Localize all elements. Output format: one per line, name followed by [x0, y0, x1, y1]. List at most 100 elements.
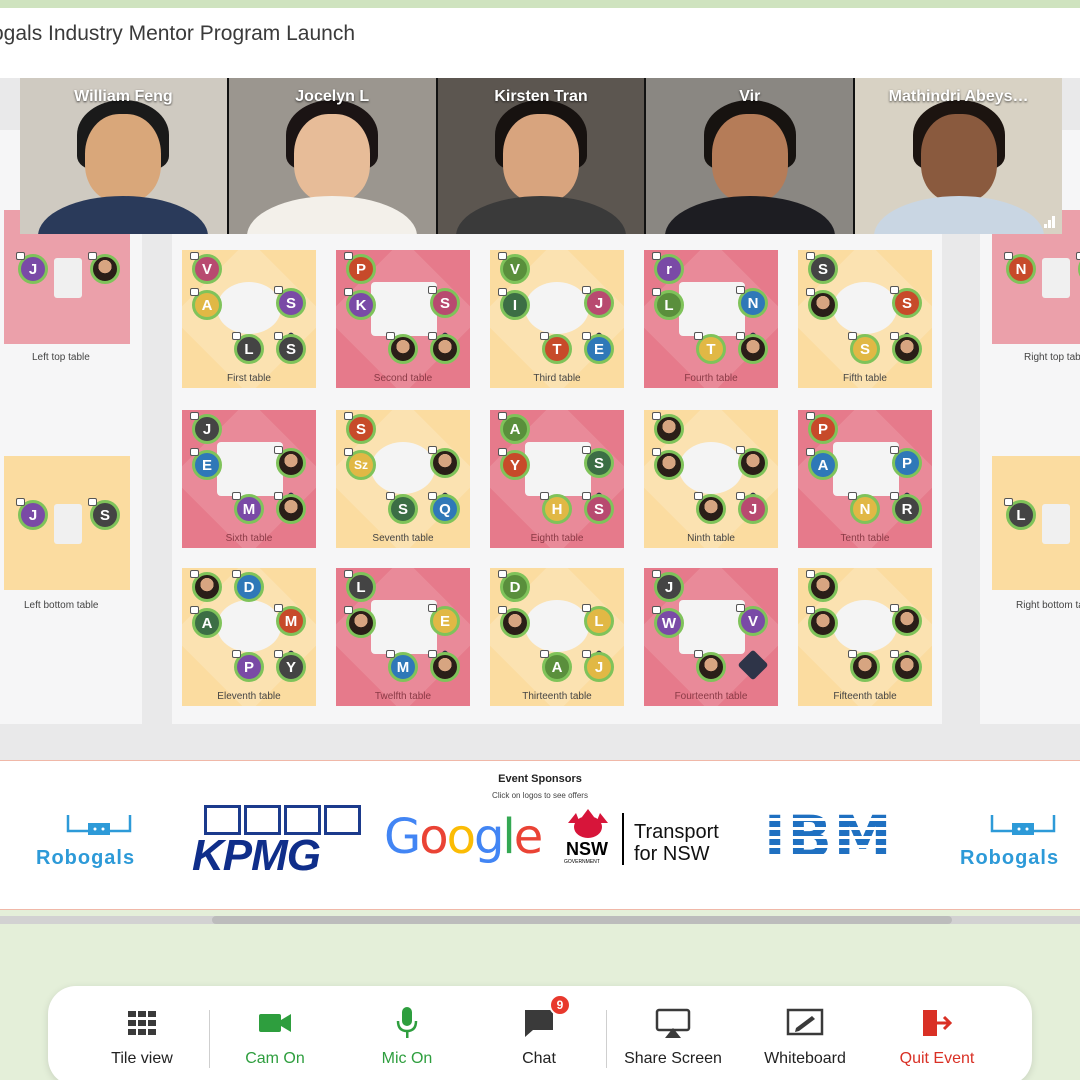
- camera-badge-icon: [428, 650, 437, 658]
- google-logo[interactable]: Google: [384, 809, 543, 865]
- participant-name: Kirsten Tran: [494, 88, 588, 105]
- chat-unread-badge: 9: [549, 994, 571, 1016]
- participant-face: [85, 114, 162, 202]
- transport-nsw-logo[interactable]: NSW GOVERNMENT Transport for NSW: [562, 809, 742, 869]
- camera-badge-icon: [386, 650, 395, 658]
- ibm-logo[interactable]: IBM: [764, 803, 894, 871]
- camera-badge-icon: [274, 650, 283, 658]
- room-table[interactable]: Eighth table A Y S H S: [490, 410, 624, 548]
- camera-badge-icon: [806, 606, 815, 614]
- camera-badge-icon: [890, 650, 899, 658]
- robogals-logo-right[interactable]: Robogals: [960, 815, 1060, 870]
- robot-icon: [66, 815, 132, 835]
- exit-icon: [923, 1010, 953, 1036]
- participant-video-tile[interactable]: Mathindri Abeys…: [855, 78, 1062, 234]
- camera-badge-icon: [652, 252, 661, 260]
- table-label: Eighth table: [530, 533, 584, 544]
- room-table[interactable]: First table V A S L S: [182, 250, 316, 388]
- camera-badge-icon: [428, 286, 437, 294]
- participant-name: Mathindri Abeys…: [888, 88, 1029, 105]
- waratah-icon: [568, 809, 608, 838]
- room-table[interactable]: Fifth table S S S: [798, 250, 932, 388]
- room-table[interactable]: Fifteenth table: [798, 568, 932, 706]
- camera-badge-icon: [1004, 252, 1013, 260]
- camera-badge-icon: [16, 252, 25, 260]
- side-table-label: Right bottom ta: [1016, 600, 1080, 611]
- participant-video-tile[interactable]: Kirsten Tran: [437, 78, 645, 234]
- room-table[interactable]: Eleventh table A M P Y D: [182, 568, 316, 706]
- participant-video-tile[interactable]: Vir: [646, 78, 854, 234]
- nsw-government-label: GOVERNMENT: [564, 859, 600, 865]
- room-table[interactable]: Fourteenth table J W V: [644, 568, 778, 706]
- camera-badge-icon: [1076, 252, 1080, 260]
- cam-toggle-button[interactable]: Cam On: [215, 1008, 335, 1068]
- camera-badge-icon: [190, 252, 199, 260]
- table-desk: [217, 282, 281, 334]
- horizontal-scrollbar-thumb[interactable]: [212, 916, 952, 924]
- room-table[interactable]: Twelfth table L E M: [336, 568, 470, 706]
- whiteboard-icon: [786, 1008, 824, 1036]
- camera-badge-icon: [806, 412, 815, 420]
- room-table[interactable]: Ninth table J: [644, 410, 778, 548]
- side-room-table[interactable]: L: [992, 456, 1080, 590]
- room-table[interactable]: Thirteenth table D L A J: [490, 568, 624, 706]
- kpmg-logo[interactable]: KPMG: [192, 805, 361, 881]
- side-table-label: Right top tab: [1024, 352, 1080, 363]
- room-table[interactable]: Second table P K S: [336, 250, 470, 388]
- camera-badge-icon: [344, 570, 353, 578]
- camera-badge-icon: [232, 492, 241, 500]
- camera-badge-icon: [540, 332, 549, 340]
- side-room-table[interactable]: JS: [4, 456, 130, 590]
- table-label: Seventh table: [372, 533, 434, 544]
- room-table[interactable]: Fourth table r L N T: [644, 250, 778, 388]
- kpmg-wordmark: KPMG: [192, 831, 321, 880]
- side-table-label: Left top table: [32, 352, 90, 363]
- camera-badge-icon: [190, 448, 199, 456]
- camera-badge-icon: [540, 650, 549, 658]
- camera-badge-icon: [652, 448, 661, 456]
- camera-badge-icon: [428, 446, 437, 454]
- chat-button[interactable]: 9 Chat: [479, 994, 599, 1068]
- google-letter: G: [384, 809, 421, 865]
- table-desk: [525, 282, 589, 334]
- table-label: Tenth table: [840, 533, 890, 544]
- room-table[interactable]: Seventh table S Sz S Q: [336, 410, 470, 548]
- camera-badge-icon: [848, 332, 857, 340]
- tile-view-button[interactable]: Tile view: [82, 1008, 202, 1068]
- camera-badge-icon: [890, 446, 899, 454]
- share-screen-button[interactable]: Share Screen: [613, 1008, 733, 1068]
- table-label: First table: [227, 373, 271, 384]
- camera-badge-icon: [890, 332, 899, 340]
- signal-strength-icon: [1043, 216, 1056, 228]
- participant-video-tile[interactable]: William Feng: [20, 78, 227, 234]
- camera-badge-icon: [498, 288, 507, 296]
- camera-badge-icon: [232, 650, 241, 658]
- video-strip: William Feng Jocelyn L Kirsten Tran Vir Math…: [20, 78, 1062, 234]
- camera-badge-icon: [694, 650, 703, 658]
- side-table-label: Left bottom table: [24, 600, 99, 611]
- table-desk: [525, 600, 589, 652]
- table-label: Thirteenth table: [522, 691, 592, 702]
- room-table[interactable]: Third table V I J T E: [490, 250, 624, 388]
- google-letter: o: [419, 809, 448, 865]
- tile-view-label: Tile view: [111, 1050, 173, 1067]
- quit-event-button[interactable]: Quit Event: [877, 1008, 997, 1068]
- camera-badge-icon: [344, 412, 353, 420]
- camera-badge-icon: [386, 492, 395, 500]
- camera-badge-icon: [498, 570, 507, 578]
- camera-badge-icon: [274, 286, 283, 294]
- camera-badge-icon: [428, 604, 437, 612]
- camera-badge-icon: [848, 650, 857, 658]
- robogals-logo-left[interactable]: Robogals: [36, 815, 135, 870]
- room-table[interactable]: Sixth table J E M: [182, 410, 316, 548]
- mic-toggle-button[interactable]: Mic On: [347, 1007, 467, 1068]
- participant-face: [294, 114, 371, 202]
- room-table[interactable]: Tenth table P A P N R: [798, 410, 932, 548]
- robogals-wordmark: Robogals: [960, 847, 1060, 869]
- table-label: Ninth table: [687, 533, 735, 544]
- whiteboard-button[interactable]: Whiteboard: [745, 1008, 865, 1068]
- camera-badge-icon: [582, 446, 591, 454]
- camera-badge-icon: [498, 448, 507, 456]
- participant-video-tile[interactable]: Jocelyn L: [228, 78, 436, 234]
- whiteboard-label: Whiteboard: [764, 1050, 846, 1067]
